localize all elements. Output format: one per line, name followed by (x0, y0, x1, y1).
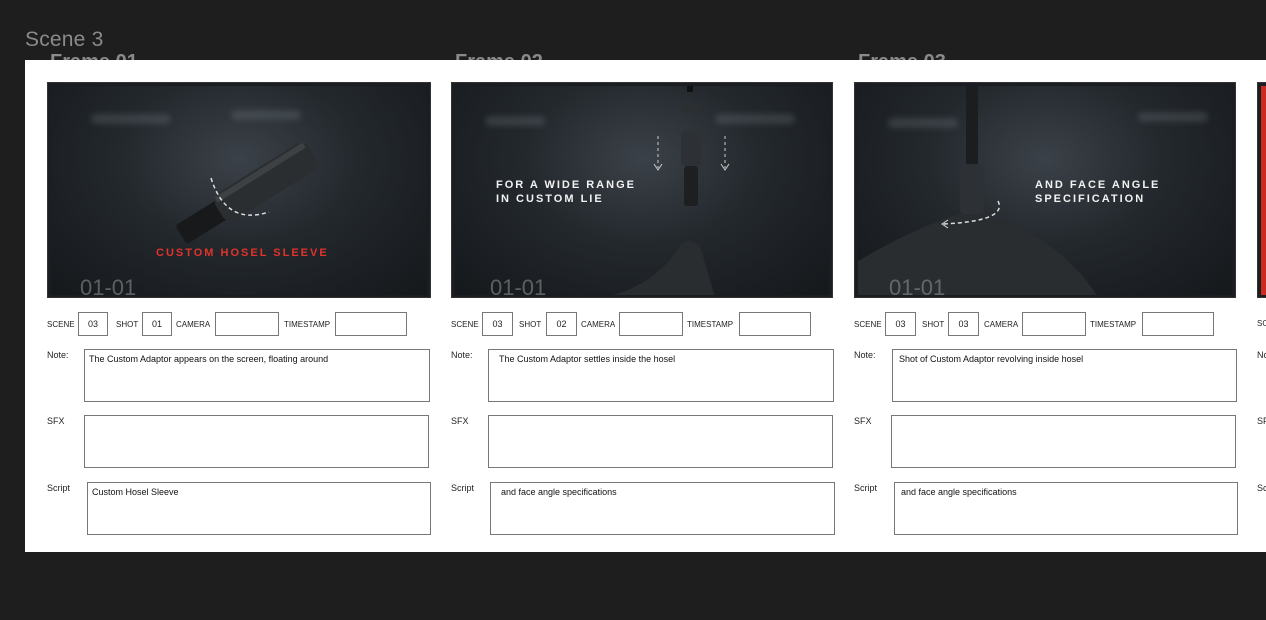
note-field[interactable]: The Custom Adaptor appears on the screen… (84, 349, 430, 402)
camera-label: CAMERA (581, 320, 616, 329)
timestamp-label: TIMESTAMP (1090, 320, 1137, 329)
frame-caption: CUSTOM HOSEL SLEEVE (156, 247, 329, 259)
script-label: Script (451, 483, 475, 493)
script-field[interactable]: Custom Hosel Sleeve (87, 482, 431, 535)
camera-field[interactable] (215, 312, 279, 336)
frame-header-2: Frame 02 (455, 52, 543, 60)
scene-title: Scene 3 (25, 28, 104, 51)
shot-field[interactable]: 01 (142, 312, 172, 336)
frame-number: 01-01 (889, 275, 946, 295)
sfx-field[interactable] (891, 415, 1236, 468)
next-note-label: Note: (1257, 350, 1266, 360)
sfx-label: SFX (47, 416, 65, 426)
sfx-label: SFX (451, 416, 469, 426)
script-field[interactable]: and face angle specifications (490, 482, 835, 535)
frame-caption-line1: FOR A WIDE RANGE (496, 179, 636, 191)
camera-label: CAMERA (176, 320, 211, 329)
script-label: Script (47, 483, 71, 493)
scene-label: SCENE (47, 320, 75, 329)
next-scene-label: SCENE (1257, 319, 1266, 328)
frame-thumbnail[interactable]: FOR A WIDE RANGE IN CUSTOM LIE 01-01 (451, 82, 833, 298)
shot-label: SHOT (116, 320, 139, 329)
note-field[interactable]: The Custom Adaptor settles inside the ho… (488, 349, 834, 402)
script-label: Script (854, 483, 878, 493)
scene-field[interactable]: 03 (78, 312, 108, 336)
frame-header-1: Frame 01 (50, 52, 138, 60)
scene-label: SCENE (451, 320, 479, 329)
note-field[interactable]: Shot of Custom Adaptor revolving inside … (892, 349, 1237, 402)
sfx-field[interactable] (488, 415, 833, 468)
camera-field[interactable] (1022, 312, 1086, 336)
note-label: Note: (47, 350, 69, 360)
timestamp-field[interactable] (335, 312, 407, 336)
camera-field[interactable] (619, 312, 683, 336)
sfx-field[interactable] (84, 415, 429, 468)
frame-caption-line1: AND FACE ANGLE (1035, 179, 1161, 191)
shot-label: SHOT (519, 320, 542, 329)
scene-field[interactable]: 03 (885, 312, 916, 336)
frame-header-3: Frame 03 (858, 52, 946, 60)
frame-number: 01-01 (80, 275, 137, 295)
timestamp-field[interactable] (1142, 312, 1214, 336)
scene-field[interactable]: 03 (482, 312, 513, 336)
timestamp-label: TIMESTAMP (687, 320, 734, 329)
next-frame-thumbnail-edge[interactable] (1257, 82, 1266, 298)
script-field[interactable]: and face angle specifications (894, 482, 1238, 535)
timestamp-field[interactable] (739, 312, 811, 336)
note-label: Note: (451, 350, 473, 360)
next-script-label: Script (1257, 483, 1266, 493)
hosel-sleeve-render (176, 142, 318, 244)
shot-label: SHOT (922, 320, 945, 329)
frame-caption-line2: IN CUSTOM LIE (496, 193, 604, 205)
frame-thumbnail[interactable]: AND FACE ANGLE SPECIFICATION 01-01 (854, 82, 1236, 298)
note-label: Note: (854, 350, 876, 360)
frame-thumbnail[interactable]: CUSTOM HOSEL SLEEVE 01-01 (47, 82, 431, 298)
frame-number: 01-01 (490, 275, 547, 295)
shot-field[interactable]: 02 (546, 312, 577, 336)
camera-label: CAMERA (984, 320, 1019, 329)
shot-field[interactable]: 03 (948, 312, 979, 336)
sfx-label: SFX (854, 416, 872, 426)
frame-caption-line2: SPECIFICATION (1035, 193, 1146, 205)
scene-label: SCENE (854, 320, 882, 329)
storyboard-board: CUSTOM HOSEL SLEEVE 01-01 SCENE 03 SHOT … (25, 60, 1266, 552)
next-sfx-label: SFX (1257, 416, 1266, 426)
timestamp-label: TIMESTAMP (284, 320, 331, 329)
